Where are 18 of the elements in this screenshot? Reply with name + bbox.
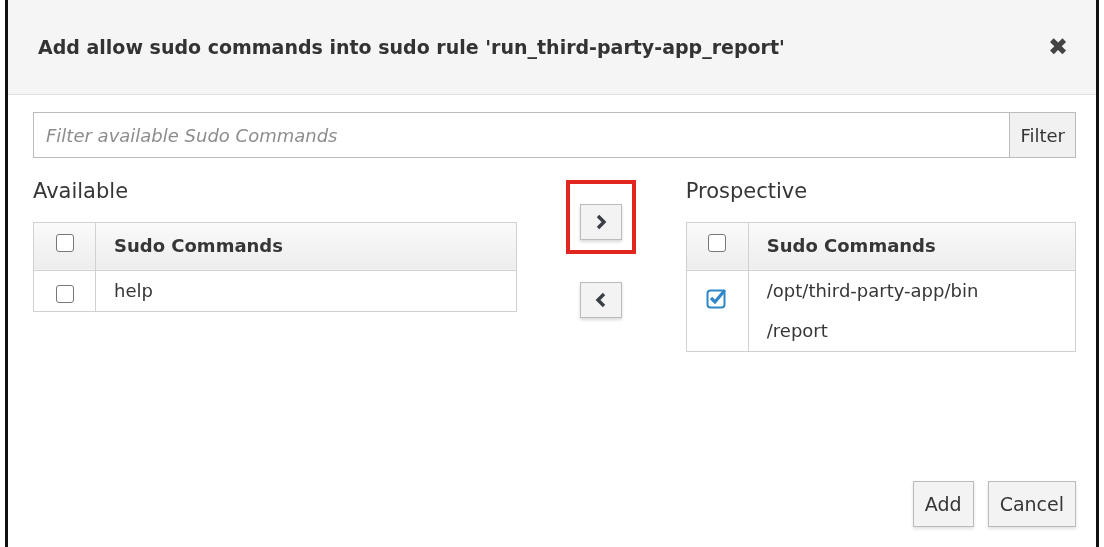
column-header: Sudo Commands bbox=[766, 235, 936, 256]
add-button[interactable]: Add bbox=[912, 481, 974, 527]
checkbox[interactable] bbox=[706, 286, 729, 309]
column-header: Sudo Commands bbox=[114, 235, 283, 256]
list-label: Available bbox=[33, 178, 129, 205]
table-cell: /opt/third-party-app/bin /report bbox=[766, 279, 979, 341]
list-label: Prospective bbox=[685, 178, 808, 205]
move-right-button[interactable] bbox=[580, 204, 623, 240]
filter-field[interactable]: Filter available Sudo Commands bbox=[33, 112, 1010, 158]
table-cell: help bbox=[114, 279, 153, 301]
checkbox[interactable] bbox=[55, 234, 74, 252]
move-left-button[interactable] bbox=[580, 282, 623, 318]
cancel-button[interactable]: Cancel bbox=[987, 481, 1076, 527]
dialog-title: Add allow sudo commands into sudo rule 'run_third-party-app_report' bbox=[38, 34, 785, 61]
checkbox[interactable] bbox=[55, 284, 74, 303]
close-button[interactable]: ✖ bbox=[1047, 35, 1068, 59]
filter-button[interactable]: Filter bbox=[1009, 112, 1076, 158]
checkbox[interactable] bbox=[708, 234, 727, 252]
